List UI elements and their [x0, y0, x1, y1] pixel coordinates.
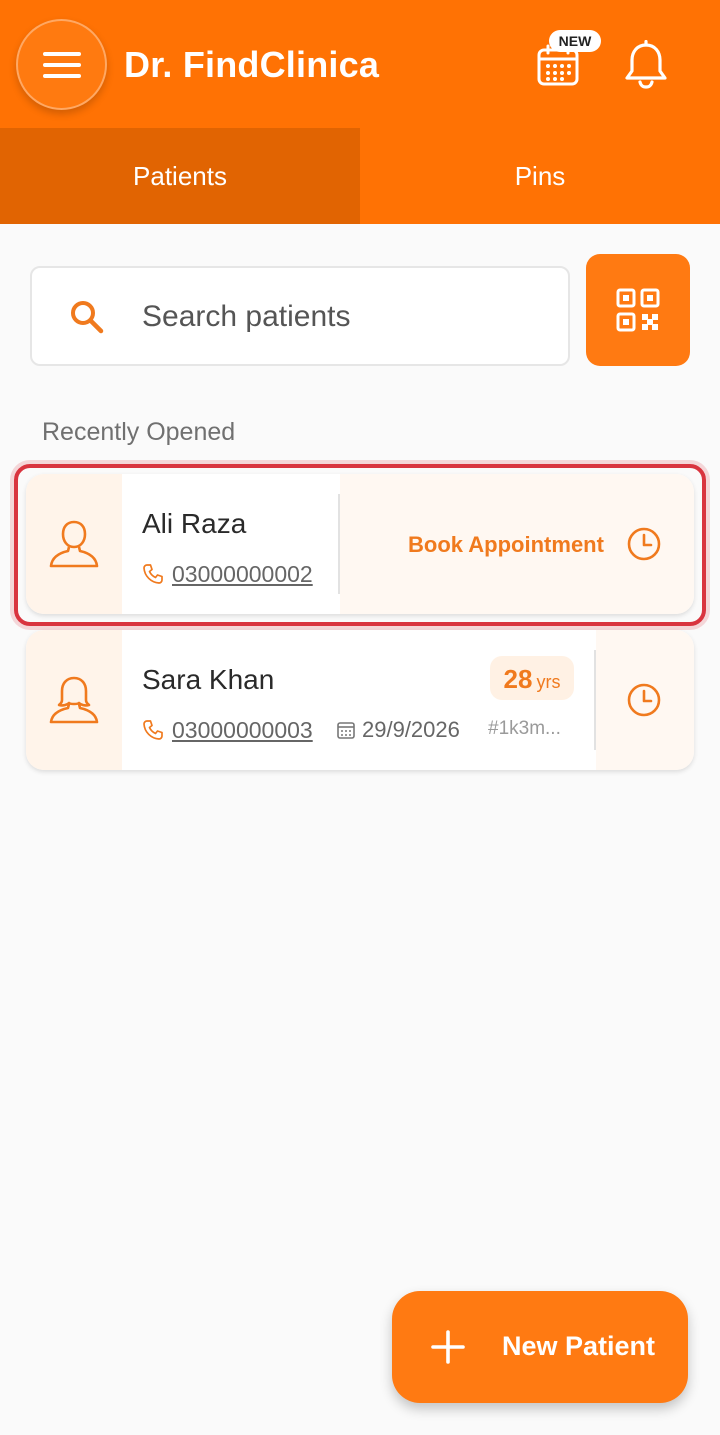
avatar	[26, 474, 122, 614]
new-badge: NEW	[549, 30, 601, 52]
new-patient-button[interactable]: New Patient	[392, 1291, 688, 1403]
book-appointment-panel[interactable]: Book Appointment	[340, 474, 694, 614]
age-badge: 28 yrs	[490, 656, 574, 700]
bell-icon	[625, 39, 667, 89]
age-value: 28	[503, 664, 533, 694]
user-female-icon	[49, 676, 99, 724]
phone-icon	[143, 564, 163, 584]
clock-button[interactable]	[626, 682, 662, 718]
patient-name: Ali Raza	[142, 508, 247, 539]
menu-button[interactable]	[16, 19, 107, 110]
notifications-button[interactable]	[622, 39, 670, 90]
visit-date: 29/9/2026	[362, 717, 460, 742]
search-box[interactable]	[30, 266, 570, 366]
patient-card[interactable]: Sara Khan 28 yrs 03000000003 29/9/2026 #…	[26, 630, 694, 770]
phone-row: 03000000002	[142, 560, 313, 588]
age-unit: yrs	[536, 672, 561, 692]
calendar-small-icon	[337, 722, 355, 739]
date-row: 29/9/2026	[336, 716, 460, 744]
divider	[338, 494, 340, 594]
menu-icon	[42, 51, 81, 78]
qr-code-icon	[616, 288, 660, 332]
search-input[interactable]	[142, 288, 552, 346]
plus-icon	[431, 1330, 465, 1364]
recently-opened-label: Recently Opened	[42, 418, 236, 446]
phone-icon	[143, 720, 163, 740]
phone-link[interactable]: 03000000003	[172, 717, 313, 744]
user-icon	[49, 520, 99, 568]
phone-row: 03000000003	[142, 716, 313, 744]
patient-name: Sara Khan	[142, 664, 275, 695]
app-bar: Dr. FindClinica NEW	[0, 0, 720, 128]
clock-icon	[627, 683, 661, 717]
new-patient-label: New Patient	[502, 1331, 656, 1361]
book-appointment-link[interactable]: Book Appointment	[408, 532, 604, 558]
patient-card[interactable]: Ali Raza 03000000002 Book Appointment	[26, 474, 694, 614]
avatar	[26, 630, 122, 770]
qr-scan-button[interactable]	[586, 254, 690, 366]
patients-screen: Dr. FindClinica NEW Patients Pins Search…	[0, 0, 720, 1435]
patient-id: #1k3m...	[488, 718, 561, 739]
calendar-button[interactable]: NEW	[530, 30, 604, 90]
app-title: Dr. FindClinica	[124, 44, 380, 85]
clock-button[interactable]	[626, 526, 662, 562]
tab-bar: Patients Pins	[0, 128, 720, 224]
tab-patients[interactable]: Patients	[0, 128, 360, 224]
tab-pins[interactable]: Pins	[360, 128, 720, 224]
phone-link[interactable]: 03000000002	[172, 561, 313, 588]
search-icon	[71, 301, 104, 334]
clock-panel[interactable]	[596, 630, 694, 770]
clock-icon	[627, 527, 661, 561]
divider	[594, 650, 596, 750]
